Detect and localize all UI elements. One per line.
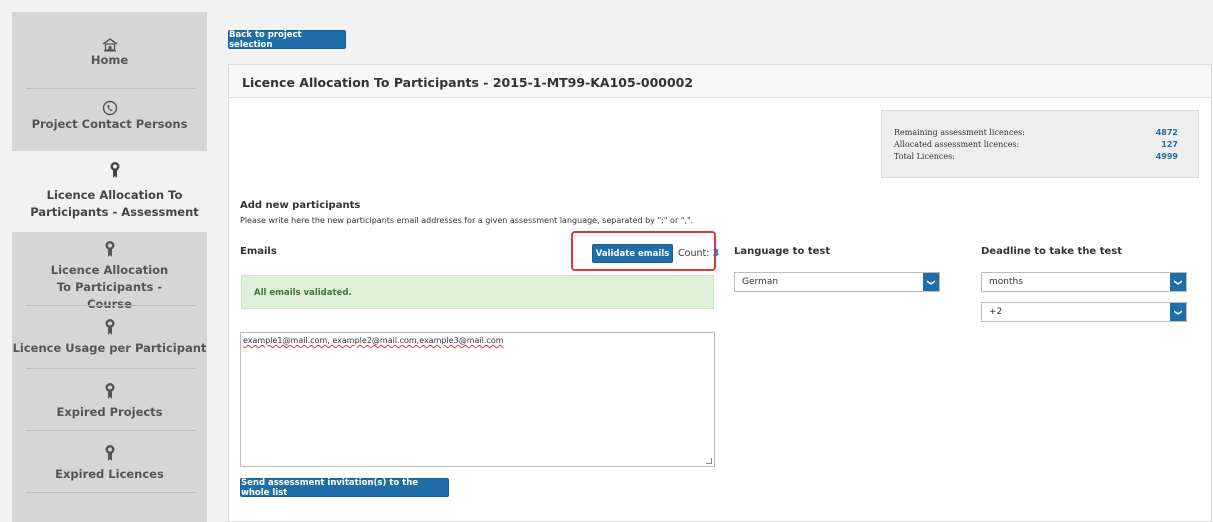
count-value: 3 — [712, 248, 720, 259]
sidebar-item-expired-licences[interactable]: Expired Licences — [12, 444, 207, 483]
licence-icon — [105, 319, 114, 335]
count-label: Count: — [678, 248, 710, 259]
language-select[interactable]: German ❯ — [734, 272, 940, 292]
licence-icon — [105, 383, 114, 399]
language-label: Language to test — [734, 246, 831, 257]
page-title: Licence Allocation To Participants - 201… — [242, 75, 694, 90]
chevron-down-icon: ❯ — [1170, 273, 1186, 291]
emails-textarea[interactable]: example1@mail.com, example2@mail.com,exa… — [240, 332, 715, 467]
licence-label: Remaining assessment licences: — [894, 128, 1025, 137]
contact-icon — [102, 100, 117, 116]
home-icon — [102, 38, 117, 52]
success-message: All emails validated. — [254, 288, 352, 298]
chevron-down-icon: ❯ — [1170, 303, 1186, 321]
add-participants-title: Add new participants — [240, 200, 361, 211]
sidebar-divider — [26, 305, 196, 306]
deadline-amount-select[interactable]: +2 ❯ — [981, 302, 1187, 322]
add-participants-hint: Please write here the new participants e… — [240, 216, 694, 225]
sidebar: Home Project Contact Persons Licence All… — [12, 12, 217, 522]
sidebar-divider — [26, 430, 196, 431]
deadline-unit-selected: months — [989, 277, 1023, 287]
sidebar-item-home[interactable]: Home — [12, 38, 207, 69]
sidebar-item-contact-persons[interactable]: Project Contact Persons — [12, 100, 207, 133]
licence-label: Total Licences: — [894, 152, 955, 161]
sidebar-item-label: Project Contact Persons — [31, 117, 188, 131]
sidebar-item-licence-course[interactable]: Licence Allocation To Participants - Cou… — [12, 240, 207, 313]
deadline-amount-selected: +2 — [989, 307, 1003, 317]
back-to-project-selection-button[interactable]: Back to project selection — [228, 30, 346, 50]
sidebar-item-label: Expired Projects — [56, 405, 163, 419]
sidebar-divider — [26, 492, 196, 493]
chevron-down-icon: ❯ — [923, 273, 939, 291]
sidebar-item-label: Expired Licences — [55, 467, 164, 481]
validation-success-alert: All emails validated. — [241, 275, 714, 309]
licence-label: Allocated assessment licences: — [894, 140, 1020, 149]
main-panel: Licence Allocation To Participants - 201… — [228, 64, 1212, 522]
emails-textarea-value: example1@mail.com, example2@mail.com,exa… — [243, 336, 504, 345]
emails-label: Emails — [240, 246, 277, 257]
licence-value: 4999 — [1155, 152, 1178, 161]
licence-icon — [105, 445, 114, 461]
sidebar-item-licence-assessment[interactable]: Licence Allocation To Participants - Ass… — [12, 151, 217, 232]
licence-icon — [105, 241, 114, 257]
licence-row-allocated: Allocated assessment licences: 127 — [894, 140, 1184, 150]
send-invitations-button[interactable]: Send assessment invitation(s) to the who… — [240, 478, 449, 498]
licence-row-total: Total Licences: 4999 — [894, 152, 1184, 162]
language-selected: German — [742, 277, 779, 287]
resize-handle[interactable] — [706, 458, 712, 464]
sidebar-item-expired-projects[interactable]: Expired Projects — [12, 382, 207, 421]
sidebar-item-label: Licence Usage per Participant — [12, 341, 207, 355]
deadline-unit-select[interactable]: months ❯ — [981, 272, 1187, 292]
licence-value: 127 — [1161, 140, 1178, 149]
deadline-label: Deadline to take the test — [981, 246, 1122, 257]
sidebar-item-label: Licence Allocation To Participants - Ass… — [30, 188, 199, 219]
validate-emails-button[interactable]: Validate emails — [592, 244, 673, 263]
panel-header: Licence Allocation To Participants - 201… — [229, 65, 1211, 98]
licence-summary: Remaining assessment licences: 4872 Allo… — [881, 110, 1199, 178]
licence-value: 4872 — [1155, 128, 1178, 137]
licence-icon — [110, 162, 119, 178]
sidebar-divider — [26, 88, 196, 89]
licence-row-remaining: Remaining assessment licences: 4872 — [894, 128, 1184, 138]
sidebar-item-label: Home — [90, 53, 129, 67]
sidebar-item-licence-usage[interactable]: Licence Usage per Participant — [12, 318, 207, 357]
email-count: Count: 3 — [678, 248, 719, 259]
sidebar-divider — [26, 368, 196, 369]
